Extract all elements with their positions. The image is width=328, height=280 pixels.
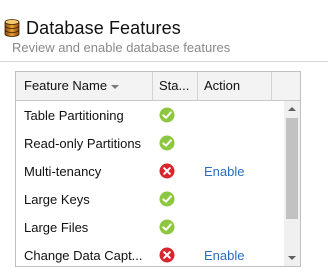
- column-header-action[interactable]: Action: [198, 72, 272, 100]
- scroll-up-arrow-icon: [288, 107, 296, 111]
- database-icon: [4, 19, 20, 37]
- scroll-thumb[interactable]: [286, 118, 298, 219]
- feature-name-cell: Multi-tenancy: [24, 163, 102, 179]
- column-header-label: Feature Name: [24, 78, 108, 93]
- table-row[interactable]: Change Data Capt... Enable: [16, 241, 284, 269]
- table-row[interactable]: Read-only Partitions: [16, 129, 284, 157]
- features-grid: Feature Name Sta... Action Table Partiti…: [15, 71, 301, 267]
- panel-header: Database Features: [4, 17, 181, 39]
- check-circle-icon: [159, 135, 175, 151]
- column-header-label: Action: [204, 78, 241, 93]
- table-row[interactable]: Large Keys: [16, 185, 284, 213]
- table-row[interactable]: Large Files: [16, 213, 284, 241]
- error-circle-icon: [159, 163, 175, 179]
- check-circle-icon: [159, 191, 175, 207]
- database-features-panel: Database Features Review and enable data…: [0, 0, 328, 280]
- scroll-down-arrow-icon: [288, 256, 296, 260]
- status-cell: [153, 219, 198, 235]
- vertical-scrollbar[interactable]: [284, 101, 300, 266]
- table-row[interactable]: Table Partitioning: [16, 101, 284, 129]
- error-circle-icon: [159, 247, 175, 263]
- scroll-down-button[interactable]: [284, 250, 300, 266]
- sort-caret-icon: [111, 84, 120, 89]
- column-header-feature-name[interactable]: Feature Name: [16, 72, 153, 100]
- check-circle-icon: [159, 107, 175, 123]
- status-cell: [153, 107, 198, 123]
- table-row[interactable]: Multi-tenancy Enable: [16, 157, 284, 185]
- feature-name-cell: Change Data Capt...: [24, 247, 143, 263]
- column-header-label: Sta...: [159, 78, 190, 93]
- enable-link[interactable]: Enable: [198, 164, 272, 179]
- page-subtitle: Review and enable database features: [12, 40, 231, 55]
- feature-name-cell: Read-only Partitions: [24, 135, 142, 151]
- feature-name-cell: Large Files: [24, 219, 89, 235]
- feature-name-cell: Table Partitioning: [24, 107, 124, 123]
- scroll-up-button[interactable]: [284, 101, 300, 117]
- header-divider: [0, 61, 328, 62]
- status-cell: [153, 135, 198, 151]
- status-cell: [153, 163, 198, 179]
- column-header-status[interactable]: Sta...: [153, 72, 198, 100]
- column-header-filler: [272, 72, 300, 100]
- grid-rows: Table Partitioning Read-only Partitions: [16, 101, 284, 269]
- status-cell: [153, 191, 198, 207]
- page-title: Database Features: [26, 17, 181, 38]
- feature-name-cell: Large Keys: [24, 191, 90, 207]
- grid-header: Feature Name Sta... Action: [16, 72, 300, 101]
- status-cell: [153, 247, 198, 263]
- check-circle-icon: [159, 219, 175, 235]
- enable-link[interactable]: Enable: [198, 248, 272, 263]
